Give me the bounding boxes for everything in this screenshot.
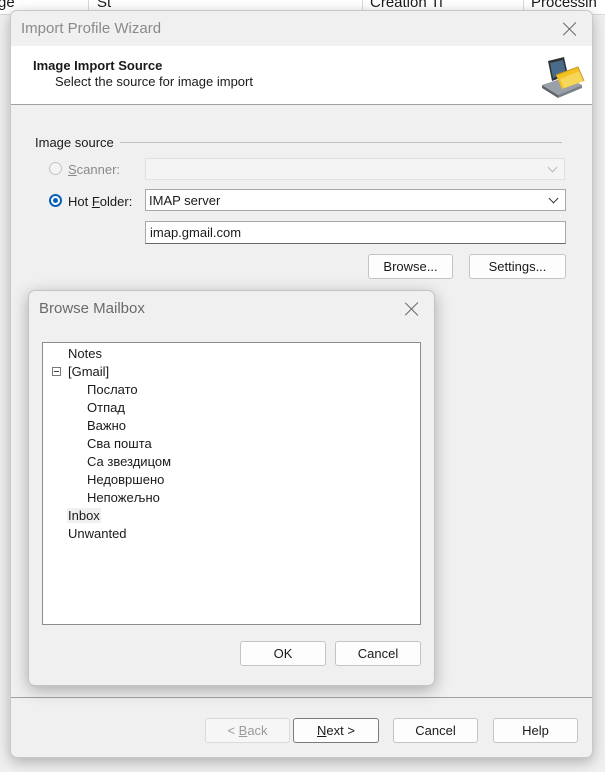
tree-item-inbox[interactable]: Inbox — [67, 508, 101, 523]
dialog-cancel-button[interactable]: Cancel — [335, 641, 421, 666]
tree-item[interactable]: Недовршено — [87, 472, 164, 487]
browse-mailbox-dialog: Browse Mailbox Notes [Gmail] Послато Отп… — [28, 290, 435, 686]
help-button[interactable]: Help — [493, 718, 578, 743]
page-subtitle: Select the source for image import — [55, 74, 253, 89]
next-button[interactable]: Next > — [293, 718, 379, 743]
tree-item[interactable]: Послато — [87, 382, 138, 397]
wizard-title: Import Profile Wizard — [21, 20, 162, 37]
scanner-radio-label: Scanner: — [68, 162, 121, 177]
close-icon[interactable] — [404, 301, 420, 317]
scanner-folder-icon — [542, 57, 585, 98]
close-icon[interactable] — [562, 21, 578, 37]
footer-divider — [11, 697, 592, 698]
tree-item[interactable]: Важно — [87, 418, 126, 433]
dialog-title: Browse Mailbox — [39, 300, 145, 317]
hot-folder-radio-label: Hot Folder: — [68, 194, 133, 209]
chevron-down-icon — [547, 162, 558, 173]
hot-folder-source-select[interactable]: IMAP server — [145, 189, 566, 211]
scanner-select[interactable] — [145, 158, 565, 180]
ok-button[interactable]: OK — [240, 641, 326, 666]
cancel-button[interactable]: Cancel — [393, 718, 478, 743]
collapse-toggle-icon[interactable] — [52, 367, 61, 376]
back-button[interactable]: < Back — [205, 718, 290, 743]
hot-folder-radio[interactable] — [49, 194, 62, 207]
settings-button[interactable]: Settings... — [469, 254, 566, 279]
mailbox-tree[interactable]: Notes [Gmail] Послато Отпад Важно Сва по… — [42, 342, 421, 625]
tree-item[interactable]: Отпад — [87, 400, 125, 415]
scanner-radio[interactable] — [49, 162, 62, 175]
tree-item[interactable]: Са звездицом — [87, 454, 171, 469]
tree-item-unwanted[interactable]: Unwanted — [68, 526, 127, 541]
hot-folder-source-value: IMAP server — [149, 193, 221, 208]
image-source-group-label: Image source — [35, 135, 114, 150]
wizard-header: Image Import Source Select the source fo… — [11, 46, 592, 105]
group-divider — [120, 142, 562, 143]
imap-server-input[interactable]: imap.gmail.com — [145, 221, 566, 244]
tree-item-notes[interactable]: Notes — [68, 346, 102, 361]
chevron-down-icon — [548, 193, 559, 204]
wizard-titlebar[interactable]: Import Profile Wizard — [11, 11, 592, 46]
tree-item-gmail[interactable]: [Gmail] — [68, 364, 109, 379]
bg-column-header[interactable]: ge — [0, 0, 15, 11]
tree-item[interactable]: Сва пошта — [87, 436, 152, 451]
page-title: Image Import Source — [33, 58, 163, 73]
tree-item[interactable]: Непожељно — [87, 490, 160, 505]
browse-button[interactable]: Browse... — [368, 254, 453, 279]
